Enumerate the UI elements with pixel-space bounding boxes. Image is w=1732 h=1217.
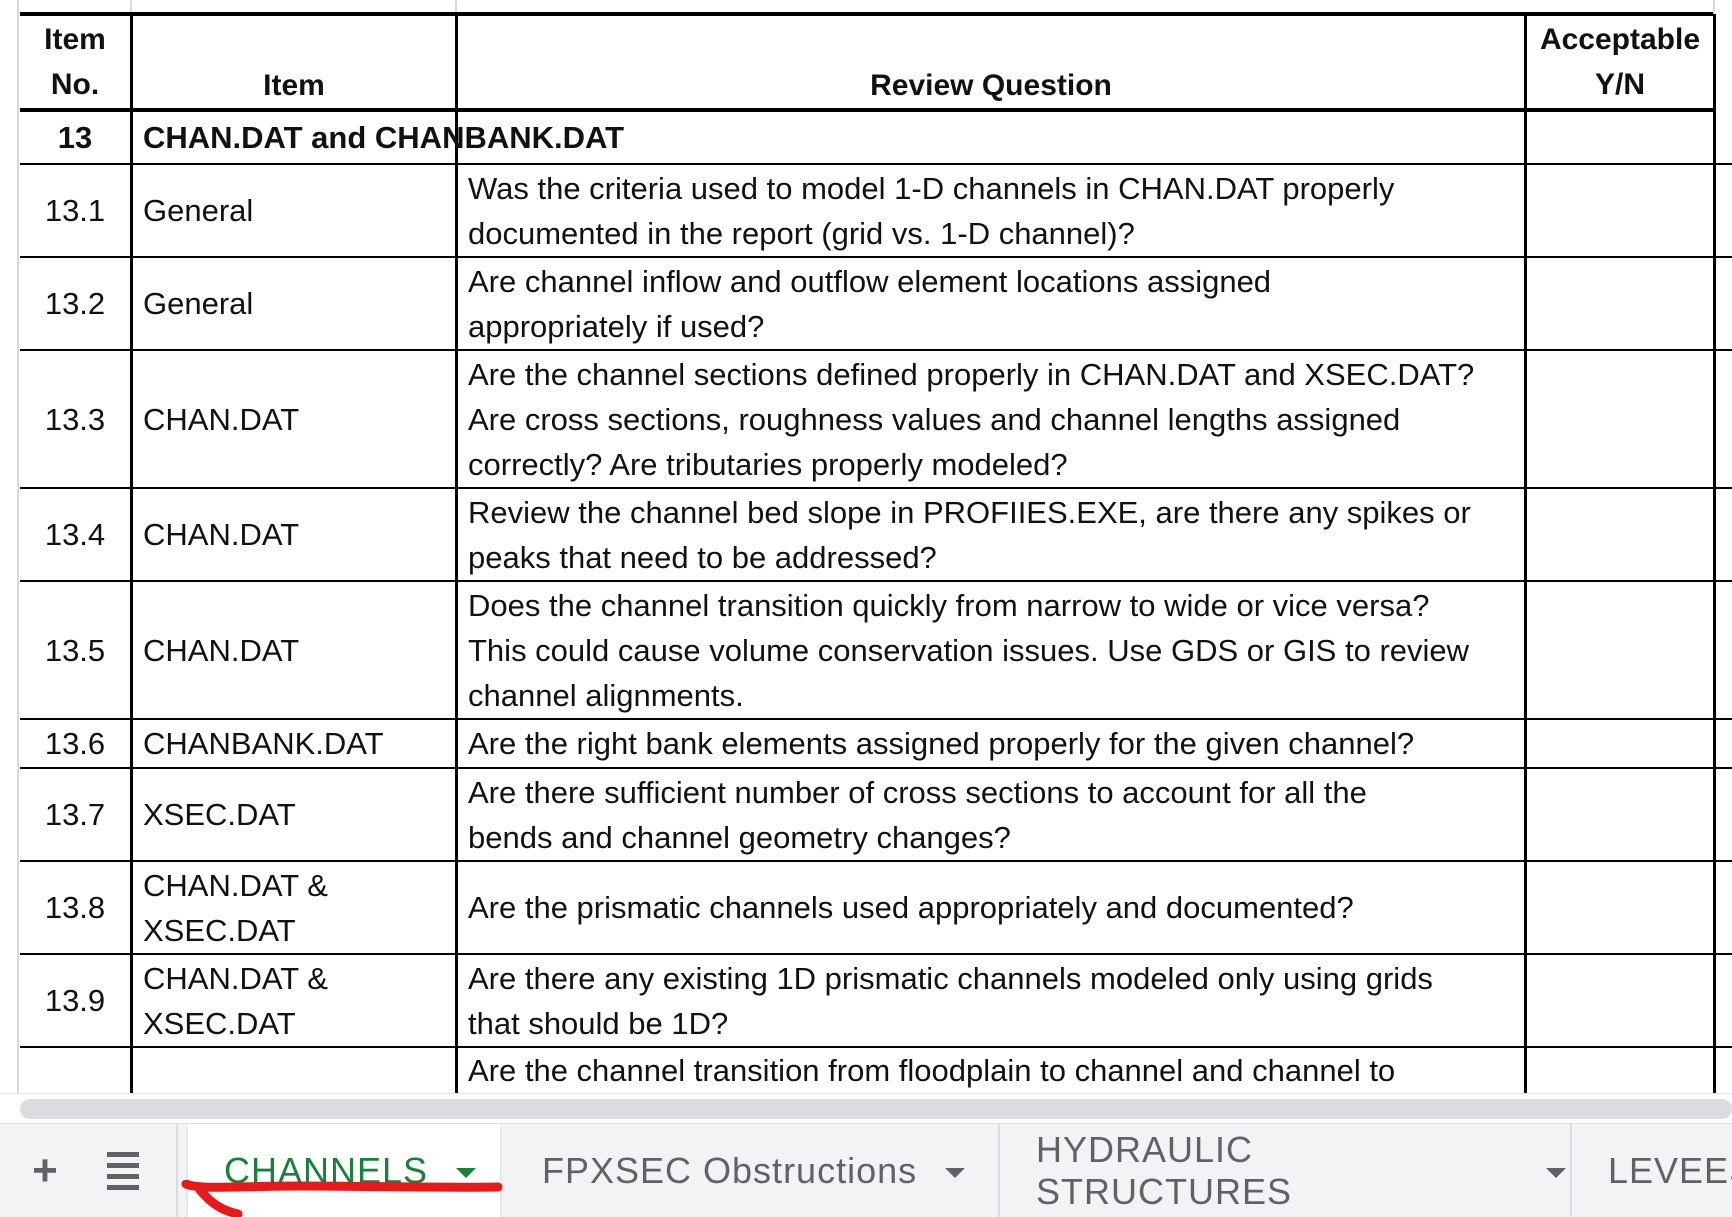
row-item-no[interactable]: 13.2	[20, 258, 130, 349]
row-item[interactable]: General	[133, 258, 455, 349]
row-item[interactable]: CHAN.DAT	[133, 489, 455, 580]
row-question[interactable]: Are the channel sections defined properl…	[458, 351, 1524, 487]
row-acceptable[interactable]	[1527, 955, 1713, 1046]
tab-levees[interactable]: LEVEES	[1572, 1124, 1732, 1217]
row-item[interactable]: CHAN.DAT & XSEC.DAT	[133, 862, 455, 953]
row-question[interactable]: Are channel inflow and outflow element l…	[458, 258, 1524, 349]
menu-icon[interactable]	[100, 1124, 146, 1217]
scrollbar-thumb[interactable]	[20, 1099, 1732, 1119]
row-item-no[interactable]: 13.1	[20, 165, 130, 256]
row-item[interactable]	[133, 1048, 455, 1093]
row-question[interactable]: Are the channel transition from floodpla…	[458, 1048, 1524, 1093]
section-number[interactable]: 13	[20, 112, 130, 163]
row-item-no[interactable]: 13.7	[20, 769, 130, 860]
gridline	[17, 0, 19, 1093]
row-question[interactable]: Was the criteria used to model 1-D chann…	[458, 165, 1524, 256]
row-question[interactable]: Are the right bank elements assigned pro…	[458, 720, 1524, 767]
tab-hydraulic-structures[interactable]: HYDRAULIC STRUCTURES	[1000, 1124, 1566, 1217]
row-question[interactable]: Review the channel bed slope in PROFIIES…	[458, 489, 1524, 580]
row-question[interactable]: Does the channel transition quickly from…	[458, 582, 1524, 718]
row-item[interactable]: CHAN.DAT & XSEC.DAT	[133, 955, 455, 1046]
row-acceptable[interactable]	[1527, 769, 1713, 860]
chevron-down-icon[interactable]	[456, 1168, 477, 1178]
row-item-no[interactable]	[20, 1048, 130, 1093]
row-question[interactable]: Are the prismatic channels used appropri…	[458, 862, 1524, 953]
row-acceptable[interactable]	[1527, 1048, 1713, 1093]
header-item[interactable]: Item	[133, 16, 455, 108]
row-item-no[interactable]: 13.4	[20, 489, 130, 580]
tab-label: FPXSEC Obstructions	[542, 1150, 918, 1191]
row-item[interactable]: CHAN.DAT	[133, 351, 455, 487]
tab-label: HYDRAULIC STRUCTURES	[1036, 1129, 1293, 1212]
red-underline-annotation	[181, 1180, 503, 1217]
row-item-no[interactable]: 13.5	[20, 582, 130, 718]
row-acceptable[interactable]	[1527, 862, 1713, 953]
header-review-question[interactable]: Review Question	[458, 16, 1524, 108]
row-item-no[interactable]: 13.8	[20, 862, 130, 953]
section-acceptable-cell[interactable]	[1527, 112, 1713, 163]
tab-fpxsec-obstructions[interactable]: FPXSEC Obstructions	[506, 1124, 994, 1217]
chevron-down-icon[interactable]	[945, 1168, 966, 1178]
spreadsheet-grid[interactable]: Item No. Item Review Question Acceptable Y…	[0, 0, 1732, 1093]
row-question[interactable]: Are there any existing 1D prismatic chan…	[458, 955, 1524, 1046]
row-item[interactable]: CHAN.DAT	[133, 582, 455, 718]
row-acceptable[interactable]	[1527, 351, 1713, 487]
row-item[interactable]: General	[133, 165, 455, 256]
row-item-no[interactable]: 13.6	[20, 720, 130, 767]
row-acceptable[interactable]	[1527, 489, 1713, 580]
row-question[interactable]: Are there sufficient number of cross sec…	[458, 769, 1524, 860]
section-title[interactable]: CHAN.DAT and CHANBANK.DAT	[133, 112, 1524, 163]
tab-divider	[176, 1124, 178, 1217]
chevron-down-icon[interactable]	[1546, 1168, 1566, 1178]
row-acceptable[interactable]	[1527, 258, 1713, 349]
row-item[interactable]: CHANBANK.DAT	[133, 720, 455, 767]
row-item-no[interactable]: 13.3	[20, 351, 130, 487]
horizontal-scrollbar[interactable]	[0, 1093, 1732, 1123]
header-acceptable[interactable]: Acceptable Y/N	[1527, 16, 1713, 108]
column-border	[1713, 14, 1716, 1093]
plus-icon[interactable]: +	[22, 1124, 68, 1217]
row-acceptable[interactable]	[1527, 720, 1713, 767]
header-item-no[interactable]: Item No.	[20, 16, 130, 108]
row-acceptable[interactable]	[1527, 582, 1713, 718]
tab-label: LEVEES	[1608, 1150, 1732, 1191]
row-acceptable[interactable]	[1527, 165, 1713, 256]
row-item-no[interactable]: 13.9	[20, 955, 130, 1046]
row-item[interactable]: XSEC.DAT	[133, 769, 455, 860]
